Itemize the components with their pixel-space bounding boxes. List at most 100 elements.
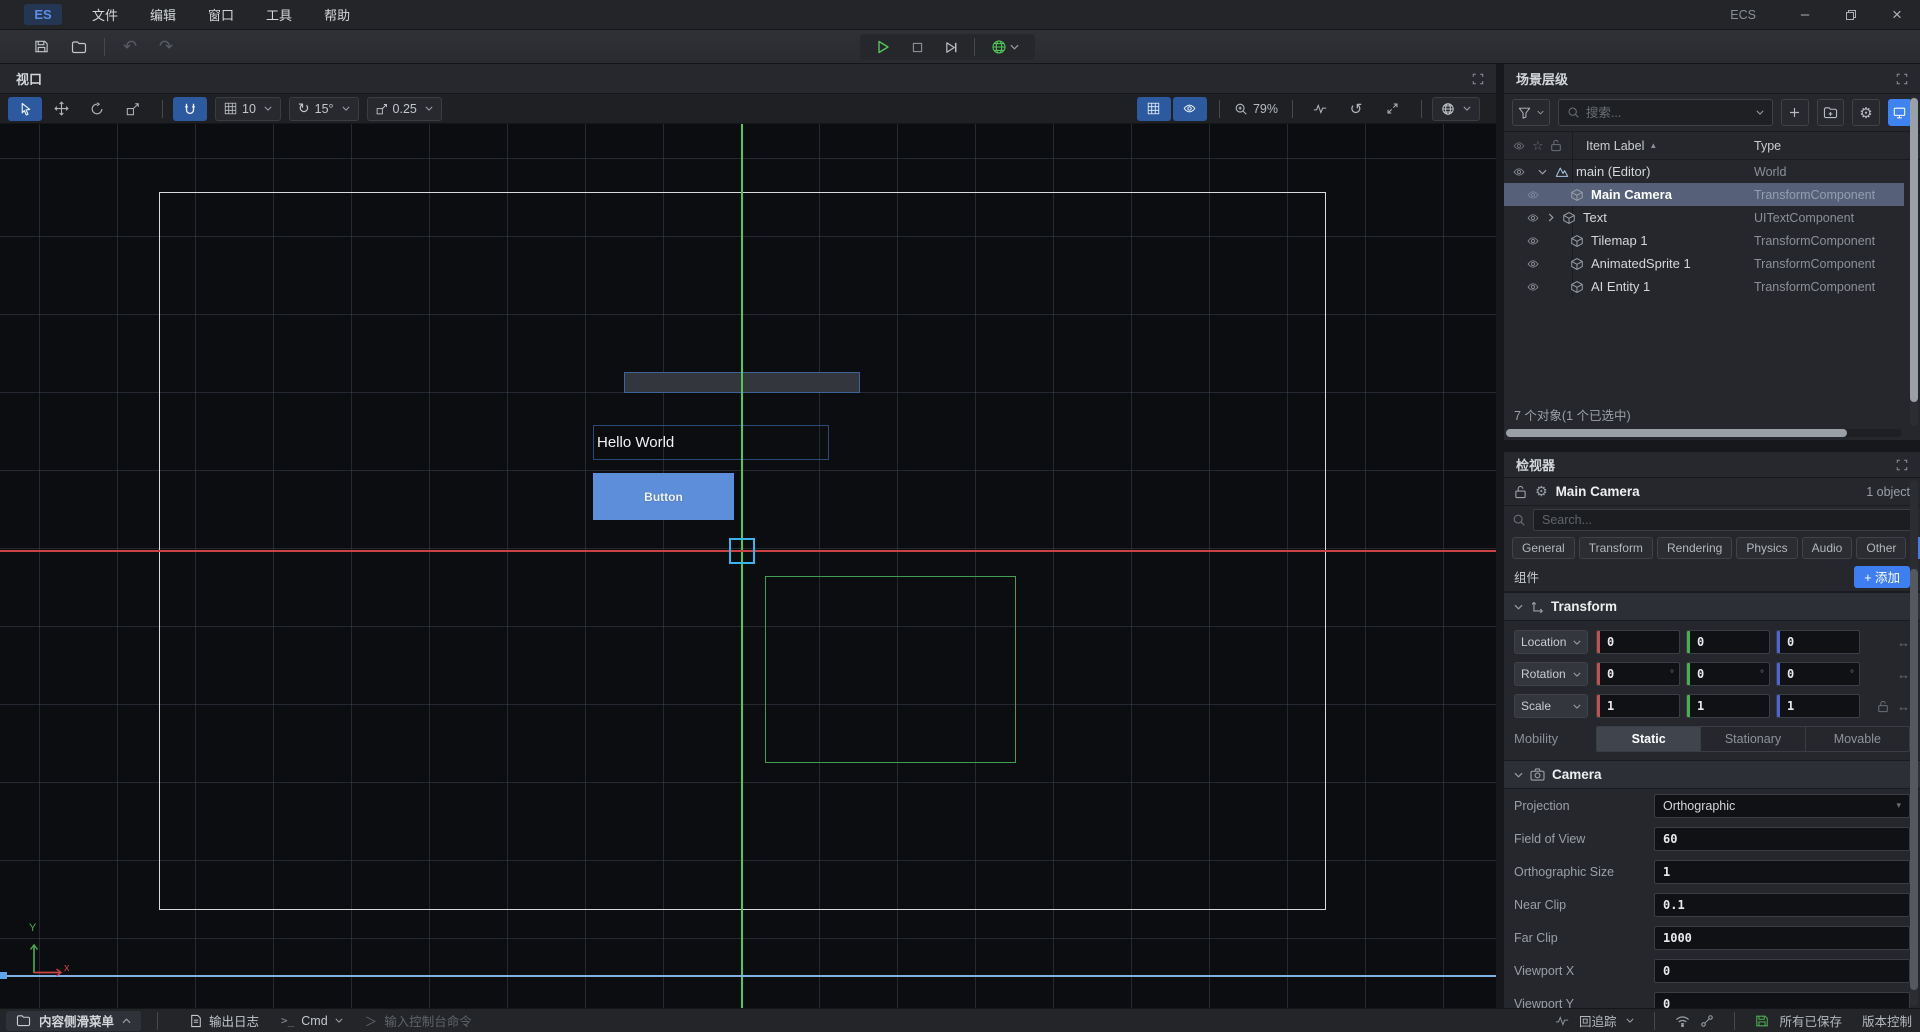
filter-dropdown[interactable] xyxy=(1512,99,1550,126)
hierarchy-search[interactable] xyxy=(1558,99,1773,126)
add-entity-button[interactable] xyxy=(1781,99,1809,126)
location-z-field[interactable]: 0 xyxy=(1776,630,1860,654)
menu-edit[interactable]: 编辑 xyxy=(134,0,192,30)
scene-button-node[interactable]: Button xyxy=(593,473,734,520)
scrollbar-thumb[interactable] xyxy=(1910,569,1918,990)
undo-button[interactable]: ↶ xyxy=(115,34,145,60)
lock-icon[interactable] xyxy=(1514,485,1527,499)
transform-section-header[interactable]: Transform xyxy=(1504,592,1920,621)
mobility-movable[interactable]: Movable xyxy=(1806,727,1909,751)
chevron-right-icon[interactable] xyxy=(1548,213,1554,222)
inspector-search-input[interactable] xyxy=(1542,513,1903,527)
mobility-stationary[interactable]: Stationary xyxy=(1701,727,1805,751)
viewport-expand-button[interactable] xyxy=(1472,73,1484,85)
visibility-eye-icon[interactable] xyxy=(1512,166,1526,178)
hierarchy-settings-button[interactable]: ⚙ xyxy=(1852,99,1880,126)
app-logo[interactable]: ES xyxy=(24,4,62,25)
rotation-label-dropdown[interactable]: Rotation xyxy=(1514,662,1588,686)
launch-mode-dropdown[interactable] xyxy=(981,35,1029,59)
output-log-button[interactable]: 输出日志 xyxy=(190,1011,259,1030)
stop-button[interactable] xyxy=(900,35,934,59)
runtime-view-button[interactable] xyxy=(1888,99,1912,126)
scale-y-field[interactable]: 1 xyxy=(1686,694,1770,718)
link-axes-icon[interactable]: ↔ xyxy=(1897,699,1910,714)
hierarchy-search-input[interactable] xyxy=(1586,106,1747,120)
rotation-snap-dropdown[interactable]: ↻ 15° xyxy=(289,97,359,121)
tree-row-main-camera[interactable]: Main Camera TransformComponent xyxy=(1504,183,1904,206)
hierarchy-vertical-scrollbar[interactable] xyxy=(1910,96,1918,426)
visibility-eye-icon[interactable] xyxy=(1526,212,1540,224)
scrollbar-thumb[interactable] xyxy=(1506,429,1847,437)
scale-tool-button[interactable] xyxy=(116,97,150,121)
field-of-view-field[interactable]: 60 xyxy=(1654,827,1910,851)
scene-region-rect[interactable] xyxy=(765,576,1016,763)
add-component-button[interactable]: + 添加 xyxy=(1854,566,1910,588)
near-clip-field[interactable]: 0.1 xyxy=(1654,893,1910,917)
selection-gizmo[interactable] xyxy=(729,538,755,564)
mobility-static[interactable]: Static xyxy=(1597,727,1701,751)
inspector-search-box[interactable] xyxy=(1533,509,1912,531)
tab-general[interactable]: General xyxy=(1512,537,1575,559)
open-button[interactable] xyxy=(64,34,94,60)
location-x-field[interactable]: 0 xyxy=(1596,630,1680,654)
play-button[interactable] xyxy=(866,35,900,59)
rotation-z-field[interactable]: 0° xyxy=(1776,662,1860,686)
visibility-eye-icon[interactable] xyxy=(1526,189,1540,201)
unlock-icon[interactable] xyxy=(1877,700,1889,713)
camera-section-header[interactable]: Camera xyxy=(1504,760,1920,789)
scale-x-field[interactable]: 1 xyxy=(1596,694,1680,718)
tab-physics[interactable]: Physics xyxy=(1736,537,1797,559)
hierarchy-horizontal-scrollbar[interactable] xyxy=(1506,429,1902,437)
grid-snap-dropdown[interactable]: 10 xyxy=(215,97,281,121)
far-clip-field[interactable]: 1000 xyxy=(1654,926,1910,950)
redo-button[interactable]: ↷ xyxy=(151,34,181,60)
location-y-field[interactable]: 0 xyxy=(1686,630,1770,654)
inspector-expand-button[interactable] xyxy=(1896,459,1908,471)
tree-row-text[interactable]: Text UITextComponent xyxy=(1504,206,1904,229)
rotation-y-field[interactable]: 0° xyxy=(1686,662,1770,686)
menu-file[interactable]: 文件 xyxy=(76,0,134,30)
fullscreen-button[interactable] xyxy=(1375,97,1409,121)
scrollbar-thumb[interactable] xyxy=(1910,98,1918,402)
column-type[interactable]: Type xyxy=(1754,139,1781,153)
guide-handle[interactable] xyxy=(0,972,7,979)
maximize-button[interactable] xyxy=(1828,0,1874,30)
inspector-vertical-scrollbar[interactable] xyxy=(1910,480,1918,1006)
column-item-label[interactable]: Item Label ▲ xyxy=(1586,139,1657,153)
rotate-tool-button[interactable] xyxy=(80,97,114,121)
menu-tools[interactable]: 工具 xyxy=(250,0,308,30)
visibility-eye-icon[interactable] xyxy=(1526,281,1540,293)
location-label-dropdown[interactable]: Location xyxy=(1514,630,1588,654)
zoom-control[interactable]: 79% xyxy=(1230,102,1282,116)
menu-help[interactable]: 帮助 xyxy=(308,0,366,30)
trace-label[interactable]: 回追踪 xyxy=(1579,1011,1617,1030)
tab-rendering[interactable]: Rendering xyxy=(1657,537,1732,559)
projection-dropdown[interactable]: Orthographic ▾ xyxy=(1654,794,1910,818)
tree-row-tilemap[interactable]: Tilemap 1 TransformComponent xyxy=(1504,229,1904,252)
scene-text-node[interactable]: Hello World xyxy=(593,425,829,460)
tree-row-animatedsprite[interactable]: AnimatedSprite 1 TransformComponent xyxy=(1504,252,1904,275)
cmd-dropdown[interactable]: >_ Cmd xyxy=(281,1014,343,1028)
visibility-toggle-button[interactable] xyxy=(1173,97,1207,121)
console-command-input[interactable]: ＞ 输入控制台命令 xyxy=(365,1011,472,1030)
stats-toggle-button[interactable] xyxy=(1303,97,1337,121)
save-button[interactable] xyxy=(26,34,56,60)
close-button[interactable]: × xyxy=(1874,0,1920,30)
tab-other[interactable]: Other xyxy=(1856,537,1906,559)
scale-snap-dropdown[interactable]: 0.25 xyxy=(367,97,442,121)
visibility-eye-icon[interactable] xyxy=(1526,235,1540,247)
step-button[interactable] xyxy=(934,35,968,59)
snap-toggle-button[interactable] xyxy=(173,97,207,121)
tree-row-world[interactable]: main (Editor) World xyxy=(1504,160,1904,183)
link-axes-icon[interactable]: ↔ xyxy=(1897,635,1910,650)
move-tool-button[interactable] xyxy=(44,97,78,121)
tab-transform[interactable]: Transform xyxy=(1579,537,1653,559)
scale-label-dropdown[interactable]: Scale xyxy=(1514,694,1588,718)
viewport-y-field[interactable]: 0 xyxy=(1654,992,1910,1009)
scale-z-field[interactable]: 1 xyxy=(1776,694,1860,718)
minimize-button[interactable]: – xyxy=(1782,0,1828,30)
tree-row-ai-entity[interactable]: AI Entity 1 TransformComponent xyxy=(1504,275,1904,298)
world-dropdown[interactable] xyxy=(1432,97,1480,121)
menu-window[interactable]: 窗口 xyxy=(192,0,250,30)
select-tool-button[interactable] xyxy=(8,97,42,121)
